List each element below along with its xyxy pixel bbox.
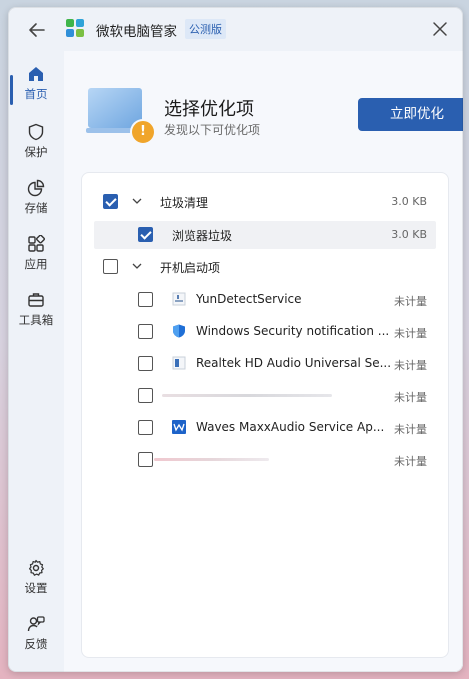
home-icon: [29, 67, 43, 81]
feedback-icon: [27, 616, 45, 632]
item-size: 未计量: [394, 423, 427, 436]
list-item: Windows Security notification ... 未计量: [94, 318, 436, 346]
gear-icon: [29, 559, 44, 576]
windows-security-shield-icon: [173, 324, 185, 338]
item-checkbox[interactable]: [138, 292, 153, 307]
waves-audio-icon: [172, 420, 186, 434]
item-label: YunDetectService: [196, 292, 302, 306]
service-app-icon: [172, 292, 186, 306]
app-logo-icon: [66, 19, 84, 37]
group-checkbox[interactable]: [103, 259, 118, 274]
shield-icon: [28, 123, 44, 141]
list-group-row: 垃圾清理 3.0 KB: [94, 188, 436, 216]
back-arrow-icon: [29, 23, 45, 37]
sidebar-item-toolbox[interactable]: 工具箱: [8, 291, 64, 341]
chevron-down-icon[interactable]: [132, 262, 142, 270]
page-title: 选择优化项: [164, 99, 254, 120]
item-size: 未计量: [394, 327, 427, 340]
realtek-audio-icon: [172, 356, 186, 370]
sidebar-item-protect[interactable]: 保护: [8, 123, 64, 173]
item-size: 未计量: [394, 455, 427, 468]
group-label: 开机启动项: [160, 261, 221, 275]
pie-chart-icon: [27, 179, 45, 197]
item-label: Waves MaxxAudio Service Ap...: [196, 420, 385, 434]
item-checkbox[interactable]: [138, 356, 153, 371]
sidebar-item-settings[interactable]: 设置: [8, 559, 64, 609]
list-item: 浏览器垃圾 3.0 KB: [94, 221, 436, 249]
back-button[interactable]: [26, 19, 48, 41]
sidebar-item-label: 设置: [24, 581, 48, 595]
sidebar-item-feedback[interactable]: 反馈: [8, 615, 64, 665]
list-item: YunDetectService 未计量: [94, 286, 436, 314]
close-icon: [433, 22, 447, 36]
list-item: 未计量: [94, 382, 436, 410]
page-subtitle: 发现以下可优化项: [164, 123, 261, 137]
redacted-label: [162, 394, 332, 397]
group-checkbox[interactable]: [103, 194, 118, 209]
sidebar-item-label: 首页: [24, 87, 48, 101]
title-bar: 微软电脑管家 公测版: [8, 7, 463, 51]
sidebar: 首页 保护 存储 应用 工具箱 设置 反馈: [8, 57, 64, 672]
warning-icon: !: [130, 119, 156, 145]
item-label: Windows Security notification ...: [196, 324, 390, 338]
item-checkbox[interactable]: [138, 227, 153, 242]
close-button[interactable]: [430, 19, 450, 39]
list-item: 未计量: [94, 446, 436, 474]
chevron-down-icon[interactable]: [132, 197, 142, 205]
beta-badge: 公测版: [185, 19, 226, 39]
item-size: 未计量: [394, 359, 427, 372]
toolbox-icon: [28, 293, 44, 307]
active-indicator: [10, 75, 13, 105]
main-content: ! 选择优化项 发现以下可优化项 立即优化 垃圾清理 3.0 KB 浏览器垃圾 …: [64, 51, 463, 672]
app-window: 微软电脑管家 公测版 首页 保护 存储 应用 工具箱 设置 反馈 ! 选择优化项…: [8, 7, 463, 672]
sidebar-item-home[interactable]: 首页: [8, 65, 64, 115]
list-group-row: 开机启动项: [94, 253, 436, 281]
item-label: 浏览器垃圾: [172, 229, 233, 243]
sidebar-item-storage[interactable]: 存储: [8, 179, 64, 229]
item-checkbox[interactable]: [138, 420, 153, 435]
sidebar-item-label: 存储: [24, 201, 48, 215]
item-size: 3.0 KB: [391, 228, 427, 241]
list-item: Realtek HD Audio Universal Se... 未计量: [94, 350, 436, 378]
item-size: 未计量: [394, 295, 427, 308]
list-item: Waves MaxxAudio Service Ap... 未计量: [94, 414, 436, 442]
item-checkbox[interactable]: [138, 324, 153, 339]
item-checkbox[interactable]: [138, 388, 153, 403]
item-checkbox[interactable]: [138, 452, 153, 467]
sidebar-item-label: 保护: [24, 145, 48, 159]
app-title: 微软电脑管家: [96, 24, 177, 40]
sidebar-item-label: 反馈: [24, 637, 48, 651]
item-size: 未计量: [394, 391, 427, 404]
group-label: 垃圾清理: [160, 196, 209, 210]
redacted-label: [154, 458, 269, 461]
group-size: 3.0 KB: [391, 195, 427, 208]
sidebar-item-label: 工具箱: [18, 313, 54, 327]
optimization-list-panel: 垃圾清理 3.0 KB 浏览器垃圾 3.0 KB 开机启动项 YunDetect…: [81, 172, 449, 658]
optimize-now-button[interactable]: 立即优化: [358, 98, 463, 131]
item-label: Realtek HD Audio Universal Se...: [196, 356, 392, 370]
sidebar-item-label: 应用: [24, 257, 48, 271]
sidebar-item-apps[interactable]: 应用: [8, 235, 64, 285]
apps-icon: [28, 235, 45, 252]
